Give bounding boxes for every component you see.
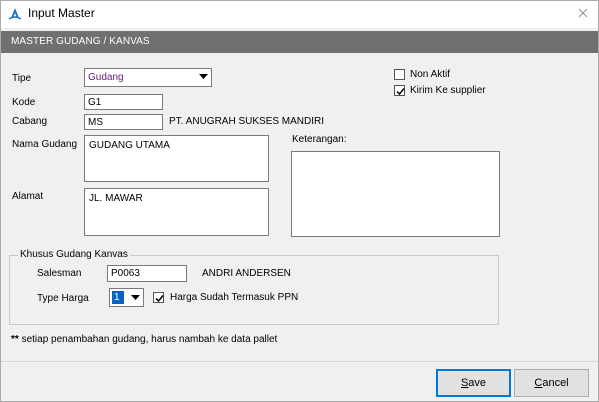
salesman-name: ANDRI ANDERSEN — [202, 268, 291, 279]
kanvas-groupbox: Khusus Gudang Kanvas — [9, 249, 499, 325]
save-button[interactable]: Save — [436, 369, 511, 397]
salesman-input[interactable]: P0063 — [107, 265, 187, 282]
non-aktif-label: Non Aktif — [410, 69, 451, 80]
chevron-down-icon[interactable] — [194, 69, 211, 86]
harga-ppn-checkbox[interactable] — [153, 292, 164, 303]
checkmark-icon — [396, 88, 405, 96]
cabang-input[interactable]: MS — [84, 114, 163, 130]
type-harga-value: 1 — [112, 291, 124, 304]
nama-gudang-label: Nama Gudang — [12, 139, 78, 150]
harga-ppn-label: Harga Sudah Termasuk PPN — [170, 292, 299, 303]
kirim-ke-supplier-checkbox[interactable] — [394, 85, 405, 96]
kode-input[interactable]: G1 — [84, 94, 163, 110]
tipe-label: Tipe — [12, 73, 32, 84]
form-header: MASTER GUDANG / KANVAS — [1, 31, 598, 53]
input-master-window: Input Master MASTER GUDANG / KANVAS Tipe… — [0, 0, 599, 402]
cancel-label: ancel — [542, 377, 569, 389]
cancel-button[interactable]: Cancel — [514, 369, 589, 397]
alamat-input[interactable]: JL. MAWAR — [84, 188, 269, 236]
alamat-label: Alamat — [12, 191, 44, 202]
checkmark-icon — [155, 295, 164, 303]
salesman-label: Salesman — [37, 268, 82, 279]
save-label: ave — [468, 377, 487, 389]
nama-gudang-input[interactable]: GUDANG UTAMA — [84, 135, 269, 182]
footnote-marker: ** — [11, 334, 19, 345]
cabang-description: PT. ANUGRAH SUKSES MANDIRI — [169, 116, 325, 127]
window-title: Input Master — [28, 6, 95, 20]
keterangan-label: Keterangan: — [292, 134, 347, 145]
tipe-combobox[interactable]: Gudang — [84, 68, 212, 87]
cabang-label: Cabang — [12, 116, 48, 127]
type-harga-combobox[interactable]: 1 — [109, 288, 144, 307]
kode-label: Kode — [12, 97, 36, 108]
footnote-text: setiap penambahan gudang, harus nambah k… — [18, 334, 278, 345]
form-header-title: MASTER GUDANG / KANVAS — [11, 36, 150, 47]
kanvas-groupbox-legend: Khusus Gudang Kanvas — [18, 249, 130, 260]
close-icon[interactable] — [573, 5, 593, 23]
type-harga-label: Type Harga — [37, 293, 89, 304]
non-aktif-checkbox[interactable] — [394, 69, 405, 80]
keterangan-input[interactable] — [291, 151, 500, 237]
footnote: ** setiap penambahan gudang, harus namba… — [11, 334, 277, 345]
tipe-value: Gudang — [88, 72, 124, 83]
title-bar: Input Master — [1, 1, 598, 28]
kirim-ke-supplier-label: Kirim Ke supplier — [410, 85, 486, 96]
app-logo-icon — [8, 7, 22, 21]
